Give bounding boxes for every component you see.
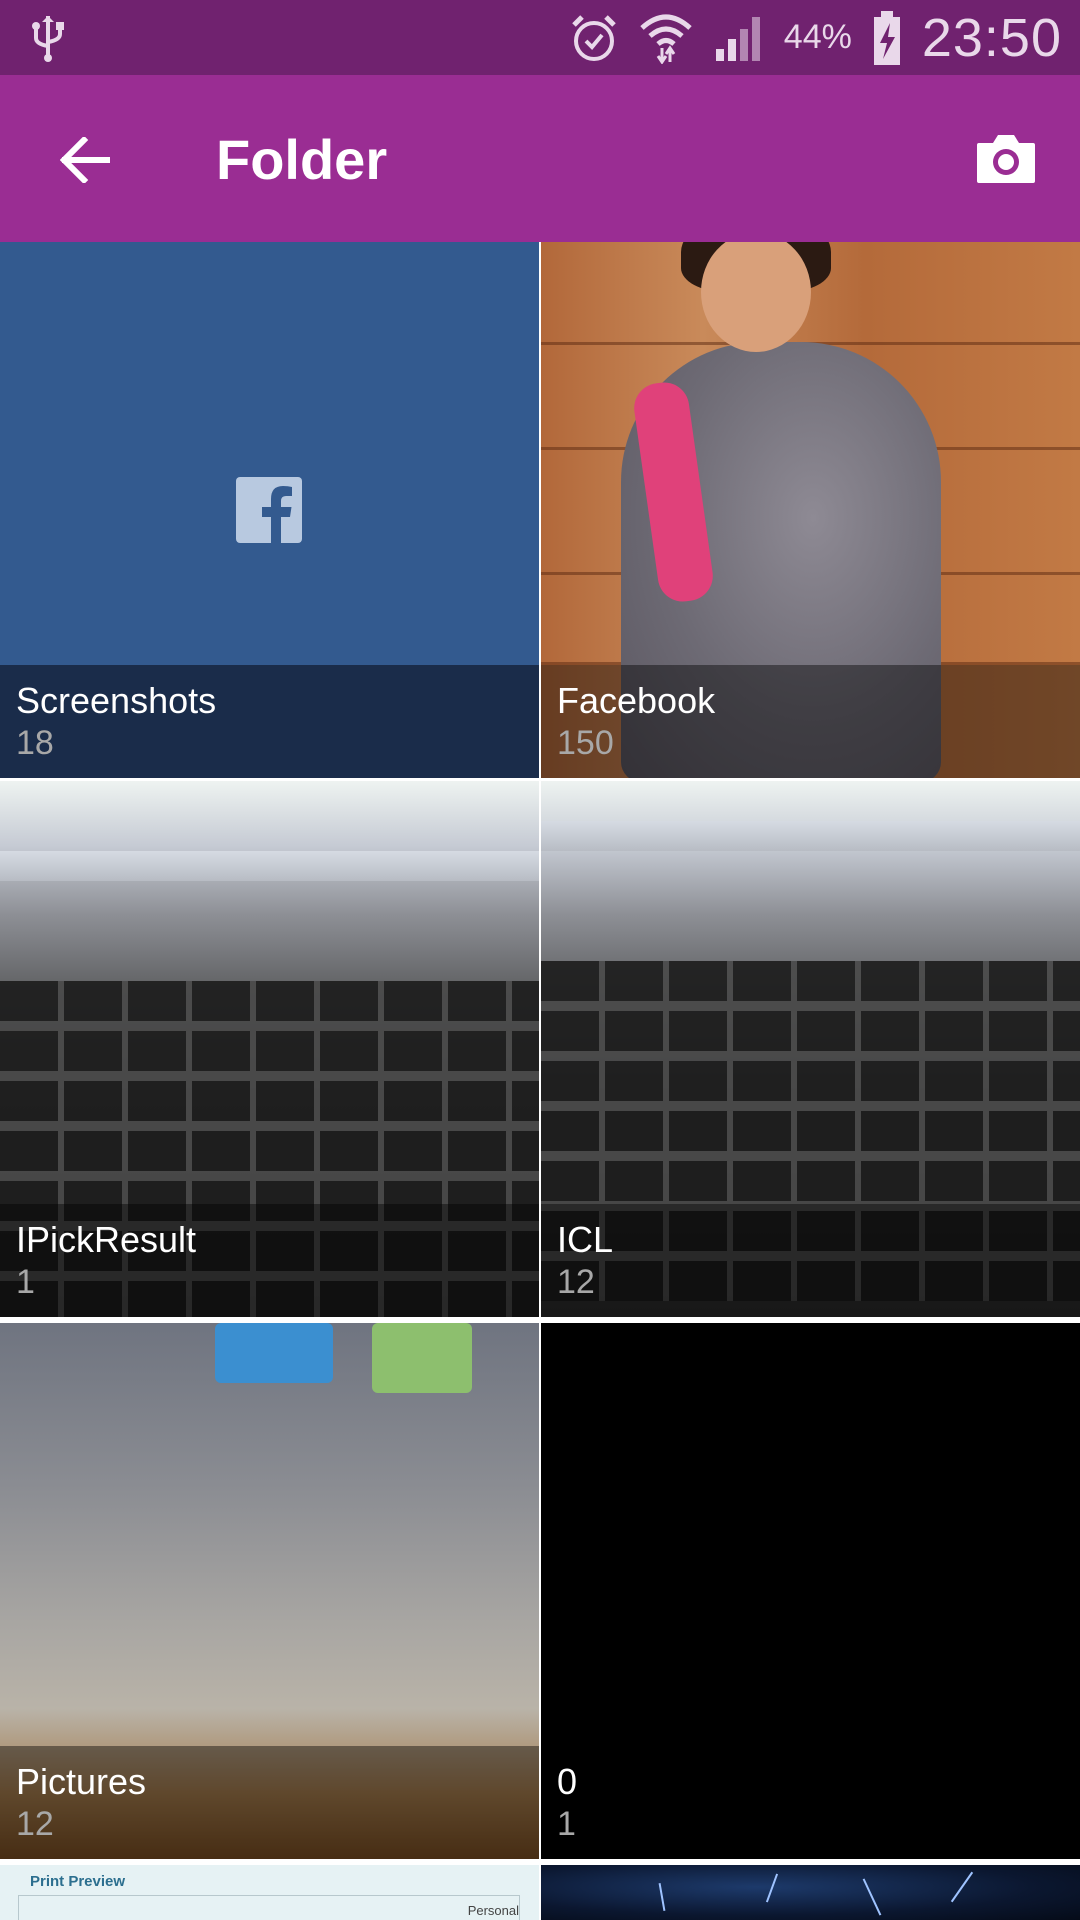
battery-percent: 44% [783,18,852,56]
status-bar: 44% 23:50 [0,0,1080,75]
folder-count: 1 [16,1263,35,1301]
print-preview-label: Personal [467,1903,519,1918]
folder-caption: Screenshots 18 [0,665,539,778]
folder-caption: Pictures 12 [0,1746,539,1859]
signal-icon [715,16,760,61]
page-title: Folder [216,128,388,191]
app-bar: Folder [0,75,1080,242]
folder-thumbnail: Print Preview Personal [0,1865,539,1920]
folder-tile-partial-left[interactable]: Print Preview Personal [0,1865,539,1920]
battery-charging-icon [873,10,900,65]
folder-count: 150 [557,724,614,762]
folder-name: Facebook [557,680,716,721]
folder-name: Pictures [16,1761,147,1802]
folder-caption: ICL 12 [541,1204,1080,1317]
usb-icon [32,16,64,62]
folder-tile-0[interactable]: 0 1 [541,1323,1080,1859]
folder-name: Screenshots [16,680,217,721]
folder-tile-facebook[interactable]: Facebook 150 [541,242,1080,778]
folder-tile-pictures[interactable]: Pictures 12 [0,1323,539,1859]
clock: 23:50 [921,7,1062,68]
facebook-logo-icon [236,477,302,543]
folder-caption: 0 1 [541,1746,1080,1859]
alarm-icon [572,14,616,61]
wifi-icon [640,14,692,64]
folder-tile-partial-right[interactable] [541,1865,1080,1920]
camera-icon [977,135,1035,183]
folder-tile-ipickresult[interactable]: IPickResult 1 [0,781,539,1317]
folder-thumbnail [541,1865,1080,1920]
back-button[interactable] [52,127,118,193]
folder-caption: IPickResult 1 [0,1204,539,1317]
folder-name: 0 [557,1761,578,1802]
folder-count: 18 [16,724,54,762]
camera-button[interactable] [968,120,1044,196]
print-preview-title: Print Preview [30,1873,126,1890]
folder-name: ICL [557,1219,614,1260]
folder-tile-screenshots[interactable]: Screenshots 18 [0,242,539,778]
folder-caption: Facebook 150 [541,665,1080,778]
folder-count: 12 [16,1805,54,1843]
folder-tile-icl[interactable]: ICL 12 [541,781,1080,1317]
folder-count: 1 [557,1805,576,1843]
arrow-left-icon [60,137,110,183]
folder-name: IPickResult [16,1219,197,1260]
folder-count: 12 [557,1263,595,1301]
folder-grid: Screenshots 18 Facebook 150 IPickResult [0,242,1080,1920]
